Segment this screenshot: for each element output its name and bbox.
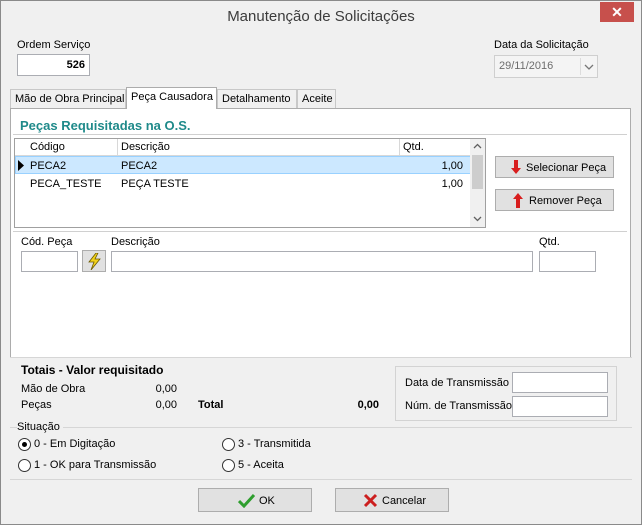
- radio-button[interactable]: [18, 459, 31, 472]
- totais-title: Totais - Valor requisitado: [21, 363, 164, 377]
- grid-scrollbar[interactable]: [470, 139, 485, 227]
- data-transmissao-input[interactable]: [512, 372, 608, 393]
- window-title: Manutenção de Solicitações: [227, 8, 415, 25]
- form-divider: [13, 231, 627, 232]
- radio-button[interactable]: [18, 438, 31, 451]
- tab-mao-de-obra-principal[interactable]: Mão de Obra Principal: [10, 89, 126, 108]
- row-pointer-icon: [18, 160, 25, 174]
- total-label: Total: [198, 399, 224, 411]
- cancel-label: Cancelar: [382, 495, 427, 507]
- ok-label: OK: [259, 495, 275, 507]
- remover-peca-button[interactable]: Remover Peça: [495, 189, 614, 211]
- check-icon: [237, 493, 256, 511]
- footer-divider: [10, 479, 632, 480]
- data-solicitacao-label: Data da Solicitação: [494, 39, 589, 51]
- radio-label: 0 - Em Digitação: [34, 438, 116, 450]
- descricao-input[interactable]: [111, 251, 533, 272]
- grid-header: Código Descrição Qtd.: [15, 139, 471, 156]
- radio-label: 3 - Transmitida: [238, 438, 311, 450]
- situacao-label: Situação: [17, 421, 63, 433]
- lookup-button[interactable]: [82, 250, 106, 272]
- scroll-thumb[interactable]: [472, 155, 483, 189]
- total-value: 0,00: [357, 399, 379, 411]
- dialog-window: Manutenção de Solicitações ✕ Ordem Servi…: [0, 0, 642, 525]
- tab-aceite[interactable]: Aceite: [297, 89, 336, 108]
- num-transmissao-input[interactable]: [512, 396, 608, 417]
- col-header-descricao[interactable]: Descrição: [121, 141, 170, 153]
- cell-descricao: PECA2: [121, 160, 158, 172]
- arrow-up-icon: [513, 193, 523, 211]
- selecionar-peca-button[interactable]: Selecionar Peça: [495, 156, 614, 178]
- selecionar-peca-label: Selecionar Peça: [526, 162, 607, 174]
- descricao-label: Descrição: [111, 236, 160, 248]
- num-transmissao-label: Núm. de Transmissão: [405, 400, 512, 412]
- data-solicitacao-picker[interactable]: 29/11/2016: [494, 55, 598, 78]
- section-divider: [13, 134, 627, 135]
- pecas-total-label: Peças: [21, 399, 52, 411]
- x-icon: [363, 493, 378, 511]
- table-row[interactable]: PECA_TESTE PEÇA TESTE 1,00: [15, 175, 471, 193]
- cod-peca-input[interactable]: [21, 251, 78, 272]
- radio-label: 1 - OK para Transmissão: [34, 459, 157, 471]
- totals-divider: [10, 357, 632, 358]
- data-solicitacao-value: 29/11/2016: [499, 60, 554, 72]
- radio-button[interactable]: [222, 438, 235, 451]
- radio-label: 5 - Aceita: [238, 459, 284, 471]
- pecas-grid[interactable]: Código Descrição Qtd. PECA2 PECA2 1,00 P…: [14, 138, 486, 228]
- cell-qtd: 1,00: [441, 178, 463, 190]
- cell-codigo: PECA2: [30, 160, 67, 172]
- cell-descricao: PEÇA TESTE: [121, 178, 189, 190]
- remover-peca-label: Remover Peça: [529, 195, 602, 207]
- ordem-servico-field[interactable]: 526: [17, 54, 90, 76]
- cell-codigo: PECA_TESTE: [30, 178, 102, 190]
- title-bar: Manutenção de Solicitações ✕: [1, 1, 641, 33]
- section-title: Peças Requisitadas na O.S.: [20, 118, 191, 133]
- cancel-button[interactable]: Cancelar: [335, 488, 449, 512]
- tab-detalhamento[interactable]: Detalhamento: [217, 89, 297, 108]
- qtd-input[interactable]: [539, 251, 596, 272]
- column-divider: [117, 139, 118, 156]
- pecas-total-value: 0,00: [155, 399, 177, 411]
- scroll-up-icon[interactable]: [470, 139, 485, 154]
- col-header-codigo[interactable]: Código: [30, 141, 65, 153]
- data-transmissao-label: Data de Transmissão: [405, 377, 509, 389]
- ok-button[interactable]: OK: [198, 488, 312, 512]
- mao-obra-label: Mão de Obra: [21, 383, 86, 395]
- col-header-qtd[interactable]: Qtd.: [403, 141, 424, 153]
- cod-peca-label: Cód. Peça: [21, 236, 73, 248]
- lightning-icon: [87, 252, 103, 273]
- scroll-down-icon[interactable]: [470, 211, 485, 226]
- ordem-servico-label: Ordem Serviço: [17, 39, 91, 51]
- close-button[interactable]: ✕: [600, 2, 634, 22]
- mao-obra-value: 0,00: [155, 383, 177, 395]
- column-divider: [399, 139, 400, 156]
- tab-peca-causadora[interactable]: Peça Causadora: [126, 87, 217, 109]
- calendar-dropdown-icon[interactable]: [580, 58, 596, 75]
- arrow-down-icon: [511, 160, 521, 178]
- qtd-label: Qtd.: [539, 236, 560, 248]
- cell-qtd: 1,00: [441, 160, 463, 172]
- table-row[interactable]: PECA2 PECA2 1,00: [15, 156, 471, 174]
- radio-button[interactable]: [222, 459, 235, 472]
- situacao-divider: [10, 427, 632, 428]
